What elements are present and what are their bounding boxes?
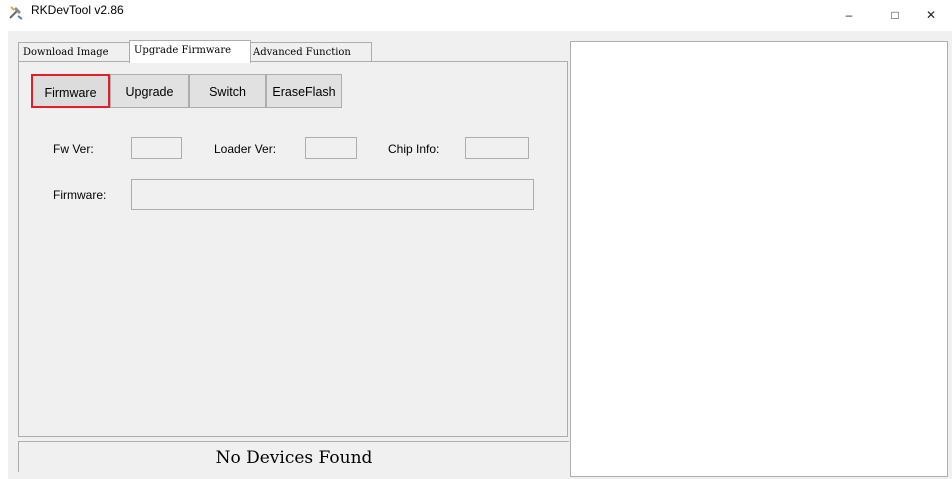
main-window: Download Image Upgrade Firmware Advanced… (8, 31, 952, 479)
tab-download-image[interactable]: Download Image (18, 42, 132, 62)
device-status-text: No Devices Found (215, 448, 373, 468)
app-icon (9, 6, 23, 20)
log-output-area[interactable] (570, 41, 948, 477)
status-bar: No Devices Found (18, 441, 569, 472)
fw-ver-label: Fw Ver: (53, 142, 94, 156)
upgrade-button[interactable]: Upgrade (110, 74, 189, 108)
tab-advanced-function[interactable]: Advanced Function (248, 42, 372, 62)
chip-info-label: Chip Info: (388, 142, 440, 156)
switch-button[interactable]: Switch (189, 74, 266, 108)
erase-flash-button[interactable]: EraseFlash (266, 74, 342, 108)
firmware-path-field (131, 179, 534, 210)
minimize-button[interactable]: – (826, 0, 872, 30)
title-bar: RKDevTool v2.86 – □ ✕ (0, 0, 952, 30)
fw-ver-field (131, 137, 182, 159)
tab-upgrade-firmware[interactable]: Upgrade Firmware (129, 40, 251, 63)
minimize-icon: – (845, 8, 853, 22)
window-title: RKDevTool v2.86 (31, 3, 124, 17)
maximize-icon: □ (891, 8, 899, 22)
close-button[interactable]: ✕ (908, 0, 952, 30)
chip-info-field (465, 137, 529, 159)
close-icon: ✕ (925, 8, 937, 22)
firmware-button[interactable]: Firmware (31, 74, 110, 108)
loader-ver-field (305, 137, 357, 159)
upgrade-firmware-panel: Firmware Upgrade Switch EraseFlash Fw Ve… (18, 61, 568, 437)
firmware-path-label: Firmware: (53, 188, 107, 202)
loader-ver-label: Loader Ver: (214, 142, 277, 156)
